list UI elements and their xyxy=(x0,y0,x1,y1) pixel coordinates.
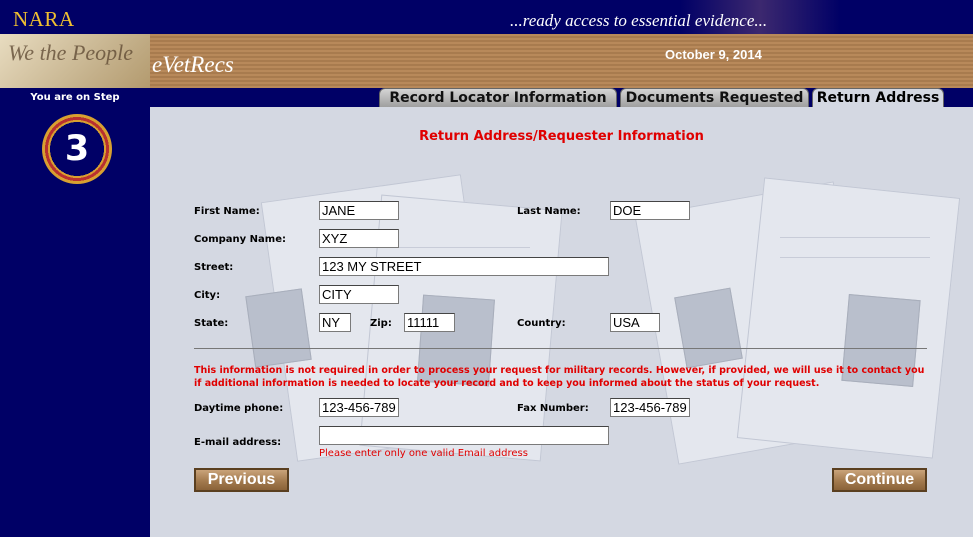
first-name-field[interactable] xyxy=(319,201,399,220)
background-document-line xyxy=(390,247,530,248)
street-field[interactable] xyxy=(319,257,609,276)
fax-number-label: Fax Number: xyxy=(517,403,589,414)
daytime-phone-label: Daytime phone: xyxy=(194,403,284,414)
background-photo xyxy=(674,287,743,369)
fax-number-field[interactable] xyxy=(610,398,690,417)
email-hint: Please enter only one valid Email addres… xyxy=(319,448,528,459)
street-label: Street: xyxy=(194,262,234,273)
tab-record-locator[interactable]: Record Locator Information xyxy=(379,88,617,108)
zip-label: Zip: xyxy=(370,318,392,329)
previous-button[interactable]: Previous xyxy=(194,468,289,492)
country-field[interactable] xyxy=(610,313,660,332)
background-document-line xyxy=(780,257,930,258)
nara-logo[interactable]: NARA xyxy=(13,7,75,32)
country-label: Country: xyxy=(517,318,566,329)
city-label: City: xyxy=(194,290,221,301)
first-name-label: First Name: xyxy=(194,206,260,217)
app-name: eVetRecs xyxy=(152,52,234,77)
state-field[interactable] xyxy=(319,313,351,332)
step-number: 3 xyxy=(64,129,90,169)
company-name-label: Company Name: xyxy=(194,234,286,245)
email-label: E-mail address: xyxy=(194,437,282,448)
continue-button[interactable]: Continue xyxy=(832,468,927,492)
background-document-line xyxy=(780,237,930,238)
form-title: Return Address/Requester Information xyxy=(419,129,704,144)
last-name-label: Last Name: xyxy=(517,206,581,217)
background-photo xyxy=(245,288,312,368)
optional-info-note: This information is not required in orde… xyxy=(194,365,925,389)
step-label: You are on Step xyxy=(30,92,120,103)
company-name-field[interactable] xyxy=(319,229,399,248)
email-field[interactable] xyxy=(319,426,609,445)
state-label: State: xyxy=(194,318,229,329)
last-name-field[interactable] xyxy=(610,201,690,220)
divider xyxy=(194,348,927,349)
tagline: ...ready access to essential evidence... xyxy=(510,11,768,30)
tab-return-address[interactable]: Return Address xyxy=(812,88,944,108)
tab-documents-requested[interactable]: Documents Requested xyxy=(620,88,809,108)
daytime-phone-field[interactable] xyxy=(319,398,399,417)
constitution-text: We the People xyxy=(8,40,134,65)
city-field[interactable] xyxy=(319,285,399,304)
zip-field[interactable] xyxy=(404,313,455,332)
current-date: October 9, 2014 xyxy=(665,47,762,62)
